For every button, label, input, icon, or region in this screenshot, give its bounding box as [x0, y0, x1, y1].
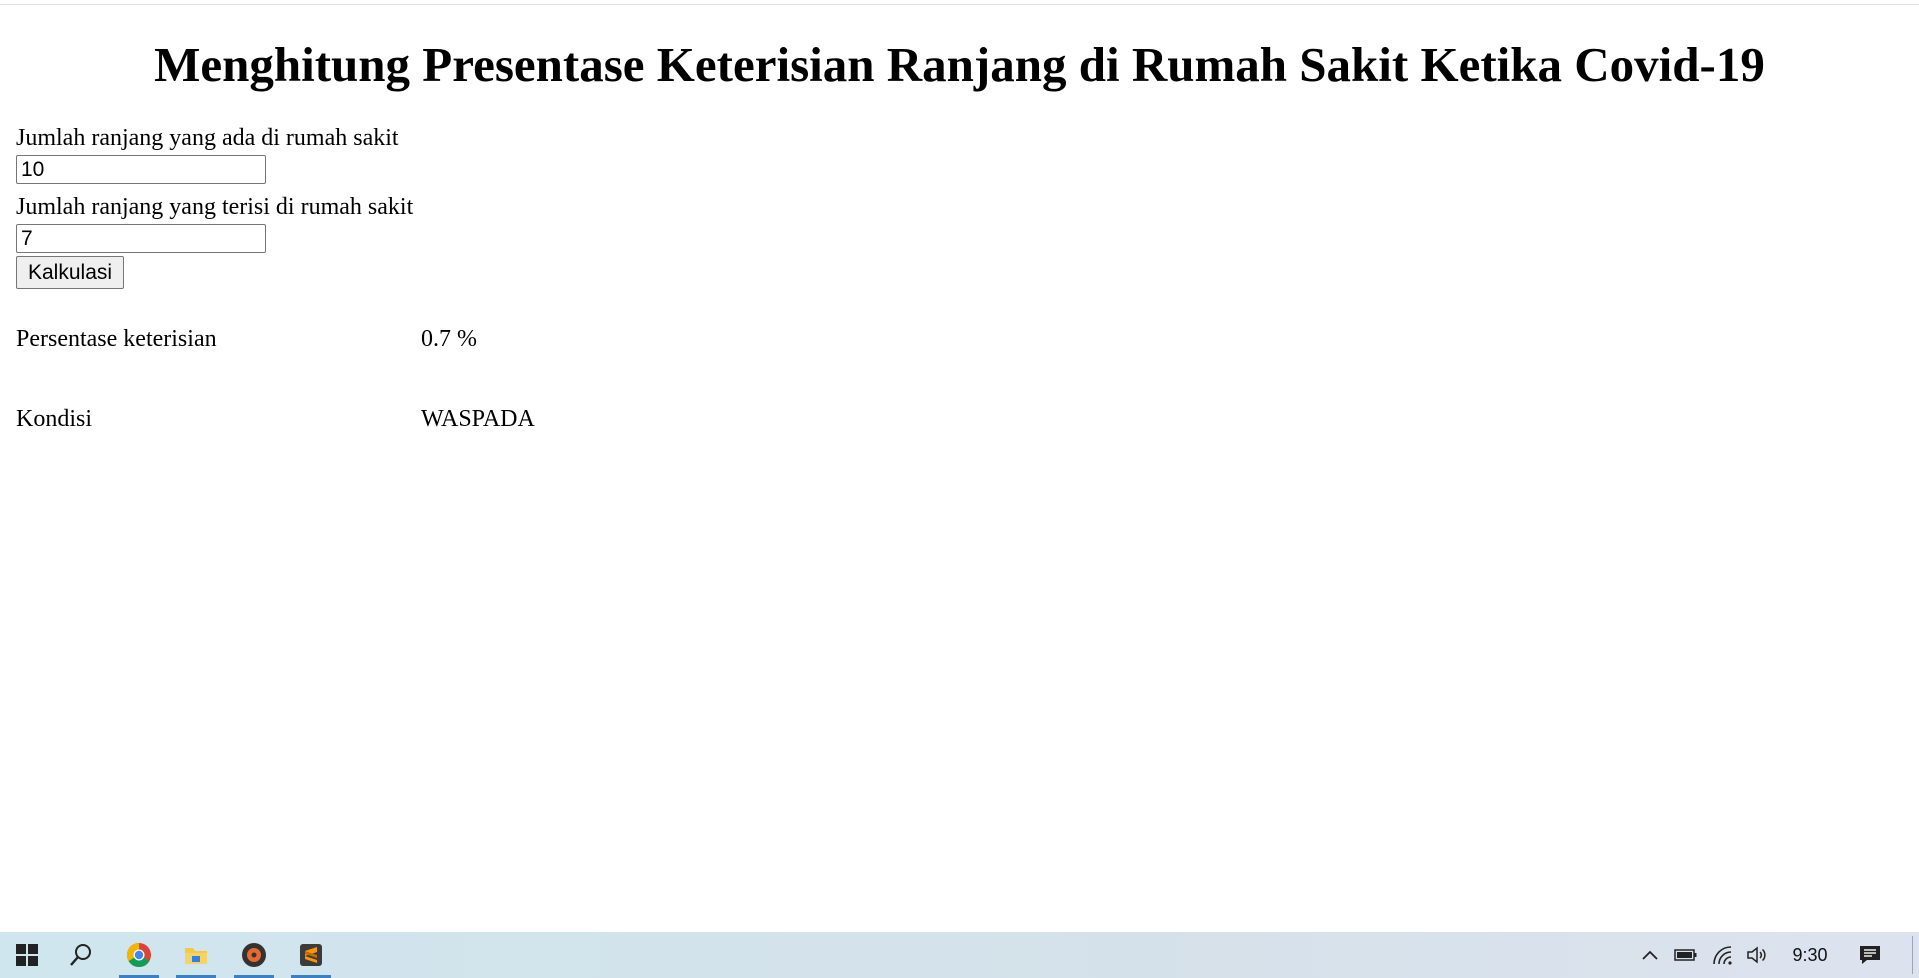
calculator-form: Jumlah ranjang yang ada di rumah sakit J…: [16, 124, 616, 289]
chevron-up-icon[interactable]: [1638, 932, 1662, 978]
page-title: Menghitung Presentase Keterisian Ranjang…: [154, 37, 1765, 92]
occupied-beds-label: Jumlah ranjang yang terisi di rumah saki…: [16, 194, 414, 220]
action-center-icon[interactable]: [1856, 932, 1884, 978]
occupied-beds-input[interactable]: [16, 224, 266, 253]
taskbar: 9:30: [0, 932, 1919, 978]
search-icon[interactable]: [59, 932, 103, 978]
file-explorer-icon[interactable]: [174, 932, 218, 978]
show-desktop-divider[interactable]: [1912, 936, 1913, 974]
total-beds-label: Jumlah ranjang yang ada di rumah sakit: [16, 125, 399, 151]
chrome-icon[interactable]: [117, 932, 161, 978]
wifi-icon[interactable]: [1710, 932, 1736, 978]
condition-label: Kondisi: [16, 406, 93, 432]
windows-start-icon[interactable]: [5, 932, 49, 978]
taskbar-clock[interactable]: 9:30: [1782, 932, 1838, 978]
volume-icon[interactable]: [1744, 932, 1770, 978]
media-player-icon[interactable]: [232, 932, 276, 978]
condition-value: WASPADA: [421, 406, 535, 432]
top-divider: [0, 4, 1919, 5]
battery-icon[interactable]: [1672, 932, 1700, 978]
percentage-value: 0.7 %: [421, 326, 477, 352]
sublime-text-icon[interactable]: [289, 932, 333, 978]
calculate-button[interactable]: Kalkulasi: [16, 256, 125, 289]
percentage-label: Persentase keterisian: [16, 326, 217, 352]
total-beds-input[interactable]: [16, 155, 266, 184]
